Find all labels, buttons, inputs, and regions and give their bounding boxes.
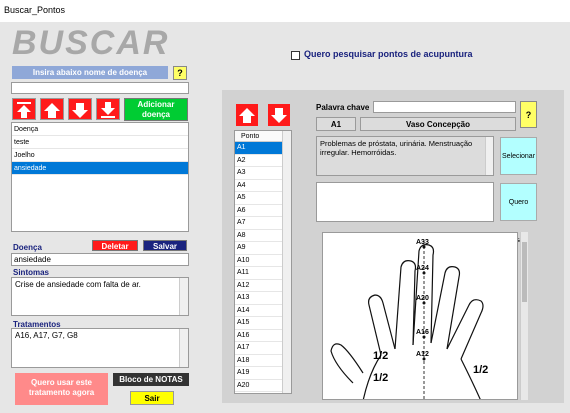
delete-button[interactable]: Deletar <box>92 240 138 251</box>
use-point-button[interactable]: Quero usar <box>500 183 537 244</box>
keyword-help-button[interactable]: ? <box>520 101 537 128</box>
window-titlebar: Buscar_Pontos <box>0 0 570 22</box>
acupuncture-checkbox[interactable] <box>291 51 300 60</box>
list-item[interactable]: Joelho <box>12 149 188 162</box>
points-down-button[interactable] <box>268 104 290 126</box>
point-description-text: Problemas de próstata, urinária. Menstru… <box>320 139 473 157</box>
acupuncture-label[interactable]: Quero pesquisar pontos de acupuntura <box>304 49 473 59</box>
arrow-top-icon <box>17 102 31 118</box>
move-down-button[interactable] <box>68 98 92 120</box>
add-disease-label-1: Adicionar <box>137 100 175 109</box>
save-button[interactable]: Salvar <box>143 240 187 251</box>
disease-search-header: Insira abaixo nome de doença <box>12 66 168 79</box>
hand-diagram: A33 A24 A20 A16 A12 1/2 1/2 1/2 <box>322 232 518 400</box>
sintomas-scrollbar[interactable] <box>179 278 188 315</box>
diagram-scrollbar[interactable] <box>520 232 528 400</box>
notes-button[interactable]: Bloco de NOTAS <box>113 373 189 386</box>
points-up-button[interactable] <box>236 104 258 126</box>
hand-label-a16: A16 <box>416 329 429 336</box>
tratamentos-textarea[interactable]: A16, A17, G7, G8 <box>11 328 189 368</box>
hand-fraction-1: 1/2 <box>373 350 388 362</box>
hand-illustration: A33 A24 A20 A16 A12 1/2 1/2 1/2 <box>330 239 488 399</box>
window-title: Buscar_Pontos <box>4 5 66 15</box>
move-top-button[interactable] <box>12 98 36 120</box>
keyword-label: Palavra chave <box>316 103 370 112</box>
sintomas-text: Crise de ansiedade com falta de ar. <box>15 280 141 289</box>
points-scrollbar[interactable] <box>282 131 291 393</box>
point-name: Vaso Concepção <box>360 117 516 131</box>
arrow-bottom-icon <box>101 102 115 118</box>
add-disease-label-2: doença <box>141 110 170 119</box>
hand-label-a24: A24 <box>416 265 429 272</box>
exit-button[interactable]: Sair <box>130 391 174 405</box>
select-point-button[interactable]: Selecionar <box>500 137 537 175</box>
add-disease-button[interactable]: Adicionar doença <box>124 98 188 121</box>
keyword-input[interactable] <box>373 101 516 113</box>
tratamentos-text: A16, A17, G7, G8 <box>15 331 78 340</box>
hand-label-a12: A12 <box>416 351 429 358</box>
sintomas-label: Sintomas <box>13 268 50 277</box>
disease-search-input[interactable] <box>11 82 189 94</box>
sintomas-textarea[interactable]: Crise de ansiedade com falta de ar. <box>11 277 189 316</box>
use-treatment-button[interactable]: Quero usar este tratamento agora <box>15 373 108 405</box>
use-treatment-label-1: Quero usar este <box>31 378 92 387</box>
doenca-input[interactable]: ansiedade <box>11 253 189 266</box>
hand-label-a33: A33 <box>416 239 429 246</box>
move-bottom-button[interactable] <box>96 98 120 120</box>
disease-list[interactable]: Doença teste Joelho ansiedade <box>11 122 189 232</box>
disease-help-button[interactable]: ? <box>173 66 187 80</box>
doenca-label: Doença <box>13 243 42 252</box>
hand-fraction-3: 1/2 <box>473 364 488 376</box>
list-item[interactable]: ansiedade <box>12 162 188 175</box>
arrow-down-icon <box>271 108 287 123</box>
arrow-up-icon <box>44 103 60 118</box>
point-description: Problemas de próstata, urinária. Menstru… <box>316 136 494 176</box>
move-up-button[interactable] <box>40 98 64 120</box>
hand-label-a20: A20 <box>416 295 429 302</box>
arrow-up-icon <box>239 108 255 123</box>
page-title: BUSCAR <box>12 24 170 62</box>
description-scrollbar[interactable] <box>485 137 493 175</box>
point-code: A1 <box>316 117 356 131</box>
point-notes-textarea[interactable] <box>316 182 494 222</box>
use-treatment-label-2: tratamento agora <box>28 388 95 397</box>
arrow-down-icon <box>72 103 88 118</box>
hand-fraction-2: 1/2 <box>373 372 388 384</box>
diagram-scroll-thumb[interactable] <box>522 242 527 302</box>
list-item[interactable]: teste <box>12 136 188 149</box>
points-list[interactable]: Ponto A1 A2 A3 A4 A5 A6 A7 A8 A9 A10 A11 A12 A13 A14 A… <box>234 130 292 394</box>
tratamentos-scrollbar[interactable] <box>179 329 188 367</box>
list-item[interactable]: Doença <box>12 123 188 136</box>
